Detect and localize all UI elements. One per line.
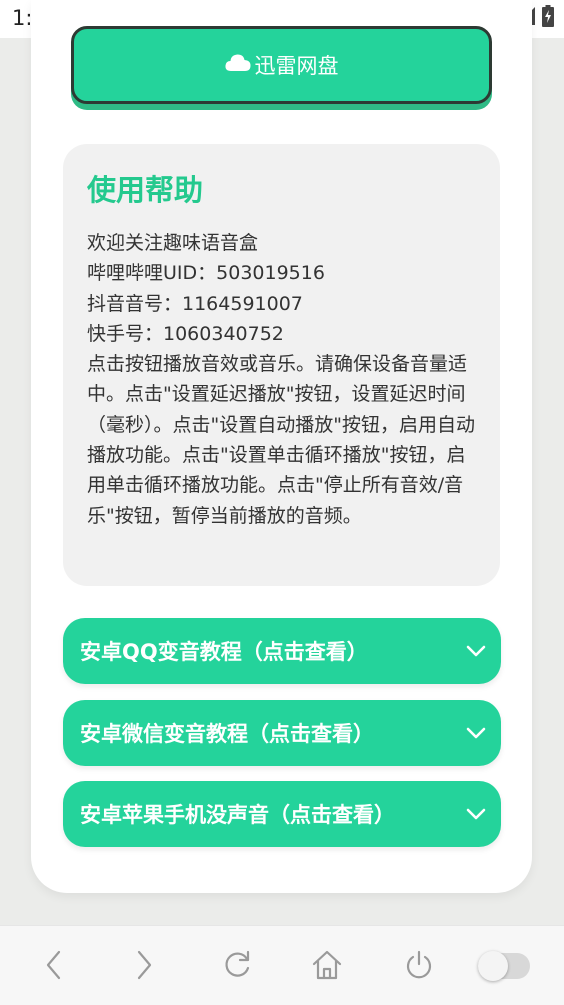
toggle-switch[interactable] — [478, 951, 530, 981]
accordion-iphone-no-sound[interactable]: 安卓苹果手机没声音（点击查看） — [63, 781, 501, 847]
accordion-label: 安卓QQ变音教程（点击查看） — [80, 640, 368, 664]
accordion-wechat-voice-tutorial[interactable]: 安卓微信变音教程（点击查看） — [63, 700, 501, 766]
cloud-icon — [224, 52, 251, 77]
accordion-label: 安卓微信变音教程（点击查看） — [80, 722, 374, 746]
chevron-down-icon — [465, 640, 487, 667]
help-line-welcome: 欢迎关注趣味语音盒 — [87, 232, 259, 254]
forward-icon[interactable] — [132, 948, 156, 986]
back-icon[interactable] — [42, 948, 66, 986]
chevron-down-icon — [465, 722, 487, 749]
home-icon[interactable] — [310, 948, 344, 986]
accordion-label: 安卓苹果手机没声音（点击查看） — [80, 803, 395, 827]
bottom-nav-bar — [0, 925, 564, 1005]
power-icon[interactable] — [402, 948, 436, 986]
help-line-kuaishou: 快手号：1060340752 — [87, 322, 284, 345]
help-title: 使用帮助 — [87, 173, 204, 207]
help-line-douyin: 抖音音号：1164591007 — [87, 292, 303, 315]
battery-charging-icon — [542, 5, 554, 31]
toggle-knob — [478, 951, 508, 981]
accordion-qq-voice-tutorial[interactable]: 安卓QQ变音教程（点击查看） — [63, 618, 501, 684]
chevron-down-icon — [465, 803, 487, 830]
help-panel: 使用帮助 欢迎关注趣味语音盒 哔哩哔哩UID：503019516 抖音音号：11… — [63, 144, 500, 586]
help-line-bilibili: 哔哩哔哩UID：503019516 — [87, 262, 325, 285]
refresh-icon[interactable] — [220, 948, 254, 986]
help-description: 点击按钮播放音效或音乐。请确保设备音量适中。点击"设置延迟播放"按钮，设置延迟时… — [87, 353, 475, 527]
xunlei-netdisk-label: 迅雷网盘 — [254, 54, 339, 78]
xunlei-netdisk-button[interactable]: 迅雷网盘 — [71, 26, 492, 104]
